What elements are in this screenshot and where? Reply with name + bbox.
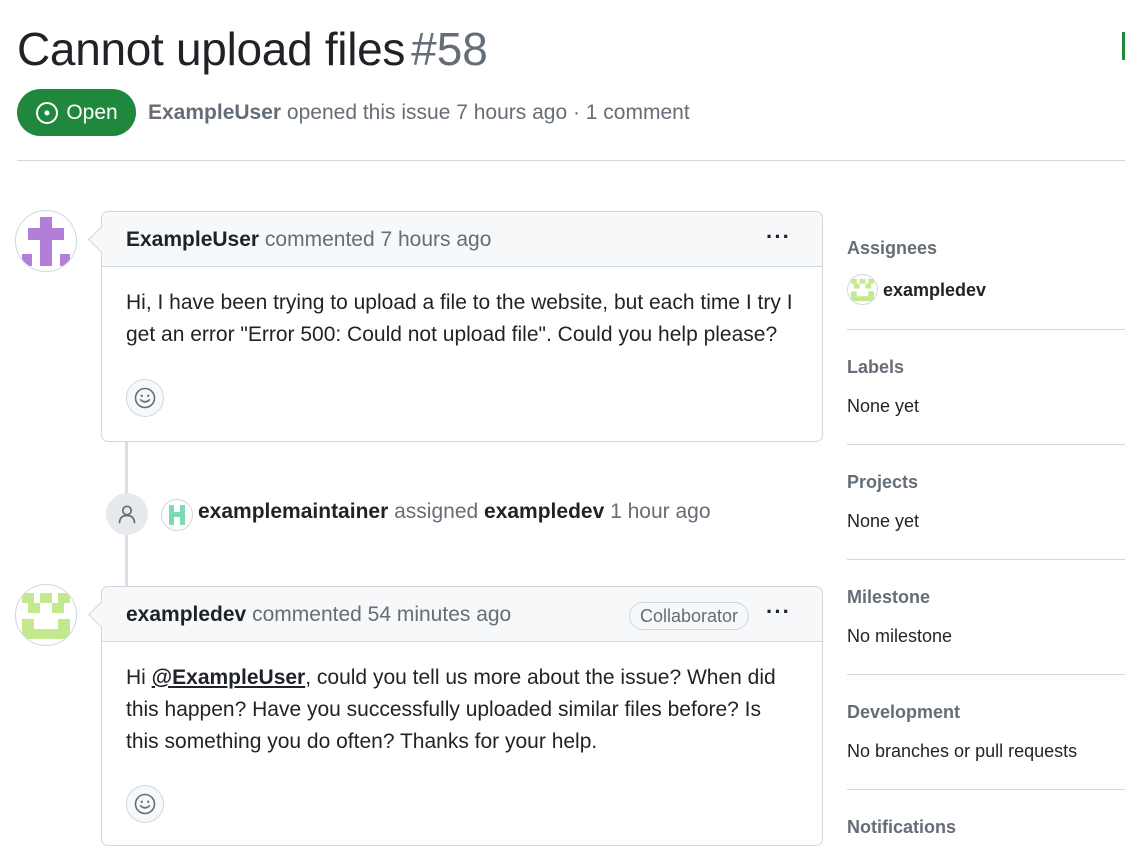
avatar-exampledev[interactable] (15, 584, 77, 646)
assignment-event: examplemaintainer assigned exampledev 1 … (198, 500, 711, 524)
smiley-icon (134, 793, 156, 815)
sidebar-projects-value: None yet (847, 511, 920, 531)
sidebar-milestone-heading[interactable]: Milestone (847, 587, 1125, 608)
smiley-icon (134, 387, 156, 409)
identicon-lime (22, 593, 70, 639)
issue-author-link[interactable]: ExampleUser (148, 101, 281, 124)
sidebar-development-heading[interactable]: Development (847, 702, 1125, 723)
issue-opened-icon (36, 101, 59, 124)
avatar-examplemaintainer[interactable] (161, 499, 193, 531)
sidebar-projects-heading[interactable]: Projects (847, 472, 1125, 493)
sidebar-assignee[interactable]: exampledev (847, 274, 1125, 308)
avatar-exampleuser[interactable] (15, 210, 77, 272)
add-reaction-button[interactable] (126, 785, 164, 823)
comment-card: ExampleUser commented 7 hours ago ··· Hi… (88, 211, 823, 442)
comment-card: exampledev commented 54 minutes ago Coll… (88, 586, 823, 846)
comment-timestamp[interactable]: commented 54 minutes ago (252, 603, 511, 626)
issue-title: Cannot upload files (17, 23, 406, 75)
sidebar-labels-heading[interactable]: Labels (847, 357, 1125, 378)
timeline-line (125, 535, 128, 586)
person-icon-badge (106, 493, 148, 535)
identicon-teal (169, 505, 185, 525)
event-verb: assigned (394, 500, 479, 523)
comment-body: Hi @ExampleUser, could you tell us more … (126, 666, 776, 753)
comment-header: exampledev commented 54 minutes ago Coll… (88, 587, 822, 642)
assignee-name[interactable]: exampledev (883, 280, 986, 301)
issue-state-badge: Open (17, 89, 136, 136)
sidebar-assignees-heading[interactable]: Assignees (847, 238, 1125, 259)
avatar-exampledev-small (847, 274, 878, 305)
comment-timestamp[interactable]: commented 7 hours ago (265, 228, 491, 251)
comment-header: ExampleUser commented 7 hours ago ··· (88, 212, 822, 267)
comment-author-link[interactable]: exampledev (126, 603, 246, 626)
header-divider (17, 160, 1125, 161)
sidebar-notifications-heading[interactable]: Notifications (847, 817, 1125, 838)
timeline-line (125, 441, 128, 493)
issue-opened-text: opened this issue 7 hours ago · 1 commen… (286, 101, 690, 124)
issue-number: #58 (411, 23, 488, 75)
event-target-link[interactable]: exampledev (484, 500, 604, 523)
sidebar-development-value: No branches or pull requests (847, 741, 1078, 761)
identicon-purple (22, 217, 70, 266)
add-reaction-button[interactable] (126, 379, 164, 417)
issue-state-label: Open (66, 100, 118, 124)
issue-meta: ExampleUser opened this issue 7 hours ag… (148, 101, 690, 125)
person-icon (118, 505, 136, 524)
event-actor-link[interactable]: examplemaintainer (198, 500, 388, 523)
comment-body: Hi, I have been trying to upload a file … (126, 291, 793, 346)
event-time[interactable]: 1 hour ago (610, 500, 710, 523)
collaborator-badge: Collaborator (629, 602, 750, 630)
identicon-lime (850, 278, 875, 302)
sidebar-milestone-value: No milestone (847, 626, 953, 646)
comment-options-button[interactable]: ··· (766, 224, 791, 250)
comment-author-link[interactable]: ExampleUser (126, 228, 259, 251)
comment-options-button[interactable]: ··· (766, 599, 791, 625)
issue-title-row: Cannot upload files #58 (17, 22, 488, 76)
user-mention-link[interactable]: @ExampleUser (152, 666, 306, 689)
sidebar-labels-value: None yet (847, 396, 920, 416)
